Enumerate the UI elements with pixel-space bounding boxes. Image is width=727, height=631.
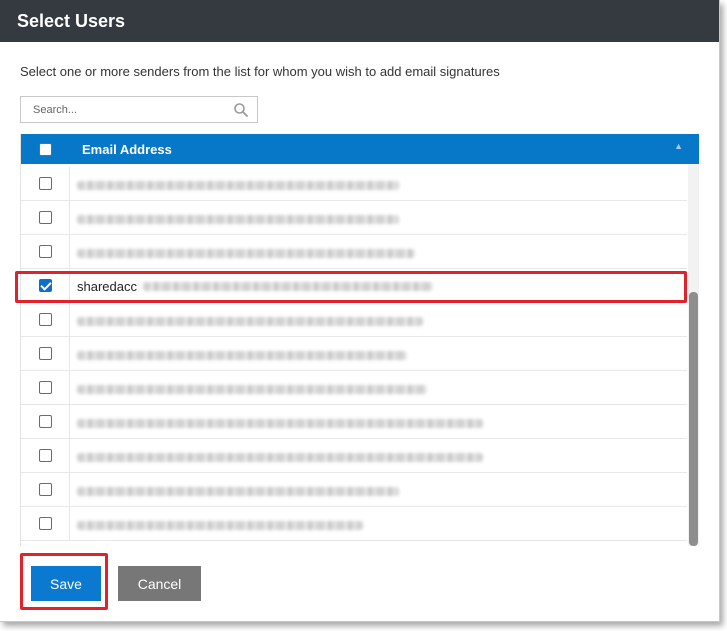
email-address-column-header[interactable]: Email Address: [82, 142, 172, 157]
redacted-email-text: [77, 317, 423, 326]
email-address-cell: [77, 479, 497, 503]
email-address-cell: [77, 377, 497, 401]
row-checkbox[interactable]: [38, 211, 52, 224]
redacted-email-text: [77, 181, 399, 190]
email-address-cell: sharedacc: [77, 279, 137, 294]
row-checkbox[interactable]: [38, 415, 52, 428]
table-row[interactable]: [21, 507, 687, 541]
row-checkbox[interactable]: [38, 177, 52, 190]
row-checkbox[interactable]: [38, 313, 52, 326]
select-users-dialog: Select Users Select one or more senders …: [0, 0, 720, 622]
table-row[interactable]: [21, 405, 687, 439]
redacted-email-text: [77, 453, 483, 462]
row-checkbox-cell: [21, 269, 70, 302]
row-checkbox-cell: [21, 337, 70, 370]
search-input[interactable]: [21, 97, 233, 122]
email-address-cell: [77, 241, 497, 265]
row-checkbox-cell: [21, 507, 70, 540]
save-button[interactable]: Save: [31, 566, 101, 601]
row-checkbox[interactable]: [38, 347, 52, 360]
email-address-cell: [77, 343, 497, 367]
redacted-email-text: [143, 282, 433, 291]
redacted-email-text: [77, 215, 399, 224]
table-row[interactable]: [21, 371, 687, 405]
table-row[interactable]: [21, 439, 687, 473]
redacted-email-text: [77, 419, 483, 428]
select-all-cell: [21, 134, 70, 164]
redacted-email-text: [77, 385, 427, 394]
email-address-cell: [77, 207, 497, 231]
email-address-cell: [77, 309, 497, 333]
search-icon[interactable]: [233, 102, 249, 118]
row-checkbox-cell: [21, 167, 70, 200]
users-grid: Email Address ▲ sharedacc: [20, 134, 699, 546]
row-checkbox[interactable]: [38, 483, 52, 496]
redacted-email-text: [77, 351, 407, 360]
row-checkbox-cell: [21, 473, 70, 506]
table-row[interactable]: [21, 337, 687, 371]
redacted-email-text: [77, 249, 415, 258]
redacted-email-text: [77, 521, 363, 530]
email-address-cell: [77, 513, 497, 537]
table-row[interactable]: [21, 167, 687, 201]
redacted-email-text: [77, 487, 399, 496]
dialog-title: Select Users: [17, 10, 126, 31]
instruction-text: Select one or more senders from the list…: [20, 64, 500, 79]
row-checkbox[interactable]: [38, 279, 52, 292]
email-address-cell: [77, 411, 497, 435]
row-checkbox[interactable]: [38, 245, 52, 258]
table-row[interactable]: [21, 235, 687, 269]
scrollbar-thumb[interactable]: [689, 292, 698, 546]
row-checkbox-cell: [21, 371, 70, 404]
dialog-titlebar: Select Users: [0, 0, 719, 42]
search-box[interactable]: [20, 96, 258, 123]
row-checkbox-cell: [21, 235, 70, 268]
row-checkbox[interactable]: [38, 517, 52, 530]
cancel-button[interactable]: Cancel: [118, 566, 201, 601]
select-all-checkbox[interactable]: [39, 142, 52, 156]
row-checkbox-cell: [21, 439, 70, 472]
table-row[interactable]: [21, 473, 687, 507]
email-address-cell: [77, 445, 497, 469]
table-row[interactable]: sharedacc: [21, 269, 687, 303]
email-address-cell: [77, 173, 497, 197]
grid-header: Email Address ▲: [21, 134, 699, 164]
row-checkbox-cell: [21, 405, 70, 438]
row-checkbox[interactable]: [38, 381, 52, 394]
row-checkbox[interactable]: [38, 449, 52, 462]
table-row[interactable]: [21, 201, 687, 235]
table-row[interactable]: [21, 303, 687, 337]
row-checkbox-cell: [21, 201, 70, 234]
sort-ascending-icon[interactable]: ▲: [674, 141, 683, 151]
row-checkbox-cell: [21, 303, 70, 336]
